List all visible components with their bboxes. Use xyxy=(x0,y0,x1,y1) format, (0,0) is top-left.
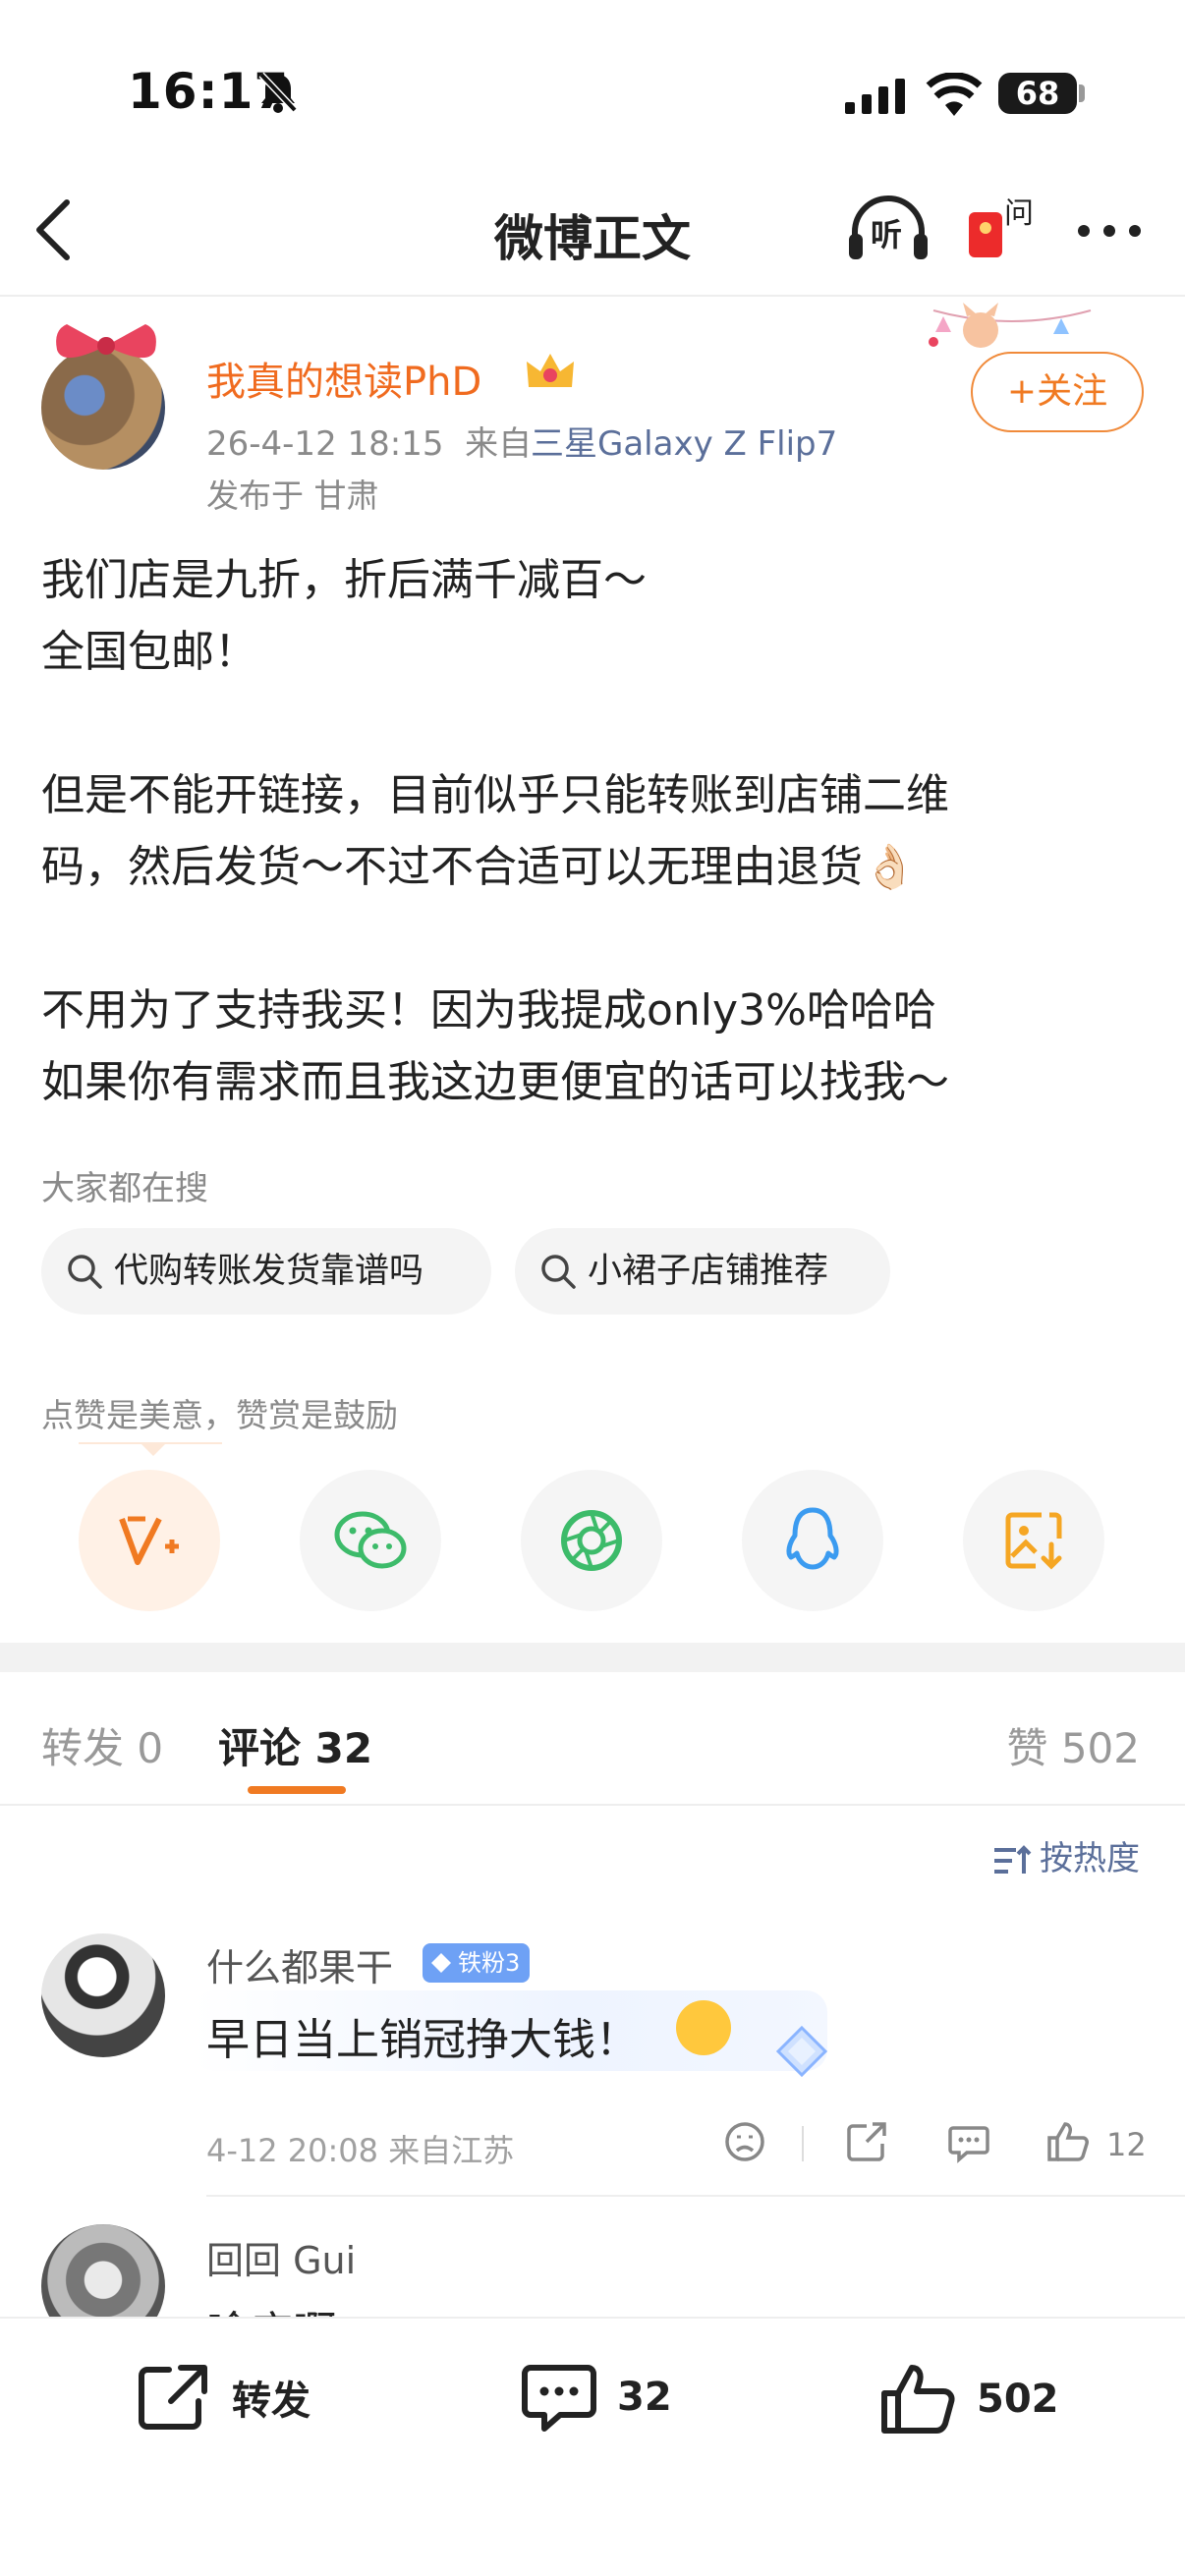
comment-bubble-icon xyxy=(522,2365,596,2432)
save-image-icon xyxy=(1005,1512,1062,1570)
comment-count: 32 xyxy=(617,2375,672,2420)
post-device[interactable]: 三星Galaxy Z Flip7 xyxy=(531,417,837,465)
comment-button[interactable]: 32 xyxy=(521,2362,672,2433)
search-chip[interactable]: 小裙子店铺推荐 xyxy=(515,1228,890,1315)
bell-muted-icon xyxy=(258,72,298,113)
like-button[interactable]: 502 xyxy=(880,2362,1059,2436)
post-location: 发布于 甘肃 xyxy=(206,476,379,515)
qq-penguin-icon xyxy=(786,1507,839,1570)
listen-label: 听 xyxy=(871,216,903,253)
tab-likes[interactable]: 赞 502 xyxy=(1006,1715,1140,1775)
cellular-signal-icon xyxy=(845,79,905,114)
wifi-icon xyxy=(926,73,983,116)
comment-text: 啥店啊 xyxy=(206,2297,336,2319)
comment-separator xyxy=(206,2195,1185,2197)
comment-reply-icon[interactable] xyxy=(947,2120,990,2163)
red-envelope-icon xyxy=(969,212,1002,257)
post-time: 26-4-12 18:15 来自 xyxy=(206,424,533,464)
commenter-avatar[interactable] xyxy=(41,1933,165,2057)
tab-comments[interactable]: 评论 32 xyxy=(218,1715,372,1775)
listen-button[interactable]: 听 xyxy=(847,195,930,267)
repost-icon xyxy=(139,2365,207,2430)
moments-aperture-icon xyxy=(561,1510,622,1571)
battery-tip xyxy=(1079,84,1085,102)
diamond-decoration-icon xyxy=(775,2025,828,2078)
commenter-name[interactable]: 什么都果干 xyxy=(206,1937,393,1991)
share-moments-button[interactable] xyxy=(521,1470,662,1611)
tab-repost[interactable]: 转发 0 xyxy=(41,1715,163,1775)
share-qq-button[interactable] xyxy=(742,1470,883,1611)
battery-indicator: 68 xyxy=(998,73,1077,114)
comment-share-icon[interactable] xyxy=(845,2120,888,2163)
active-tab-indicator xyxy=(248,1786,346,1794)
post-paragraph: 不用为了支持我买！因为我提成only3%哈哈哈 如果你有需求而且我这边更便宜的话… xyxy=(41,985,949,1107)
ask-label: 问 xyxy=(1004,196,1034,231)
post-body: 我们店是九折，折后满千减百～ 全国包邮！ 但是不能开链接，目前似乎只能转账到店铺… xyxy=(41,544,1152,1118)
sort-label: 按热度 xyxy=(1040,1839,1140,1878)
repost-button[interactable]: 转发 xyxy=(136,2362,310,2433)
ask-button[interactable]: 问 xyxy=(965,193,1034,265)
follow-button[interactable]: +关注 xyxy=(971,352,1144,432)
bow-decoration-icon xyxy=(56,324,156,359)
diamond-icon xyxy=(431,1953,451,1973)
comment-like-count: 12 xyxy=(1106,2126,1147,2163)
author-name[interactable]: 我真的想读PhD xyxy=(206,350,481,407)
reward-heading: 点赞是美意，赞赏是鼓励 xyxy=(41,1396,398,1434)
repost-label: 转发 xyxy=(232,2379,310,2424)
post-paragraph: 但是不能开链接，目前似乎只能转账到店铺二维 码，然后发货～不过不合适可以无理由退… xyxy=(41,770,949,892)
reward-v-icon xyxy=(119,1516,179,1565)
thumbs-up-icon xyxy=(881,2365,955,2434)
comment-like-icon[interactable] xyxy=(1045,2120,1091,2163)
reward-button[interactable] xyxy=(79,1470,220,1611)
like-count: 502 xyxy=(977,2377,1059,2422)
search-icon xyxy=(68,1255,102,1289)
search-chip-label: 代购转账发货靠谱吗 xyxy=(114,1252,424,1291)
comment-text: 早日当上销冠挣大钱！ xyxy=(206,2015,639,2065)
trending-search-heading: 大家都在搜 xyxy=(41,1169,208,1208)
fan-level-badge[interactable]: 铁粉3 xyxy=(423,1943,531,1983)
reward-pointer xyxy=(140,1442,167,1456)
tabs-divider xyxy=(0,1804,1185,1806)
save-image-button[interactable] xyxy=(963,1470,1104,1611)
post-paragraph: 我们店是九折，折后满千减百～ 全国包邮！ xyxy=(41,555,647,677)
action-divider xyxy=(802,2126,804,2161)
wechat-icon xyxy=(334,1511,407,1569)
more-options-icon[interactable] xyxy=(1077,224,1142,238)
laughing-emoji-icon xyxy=(676,2000,731,2055)
search-chip-label: 小裙子店铺推荐 xyxy=(588,1252,829,1291)
vip-crown-icon xyxy=(527,354,574,387)
bottom-action-bar xyxy=(0,2317,1185,2576)
search-chip[interactable]: 代购转账发货靠谱吗 xyxy=(41,1228,491,1315)
commenter-name[interactable]: 回回 Gui xyxy=(206,2230,356,2284)
sort-by-heat-button[interactable]: 按热度 xyxy=(992,1831,1140,1879)
sort-icon xyxy=(994,1844,1032,1874)
comment-meta: 4-12 20:08 来自江苏 xyxy=(206,2132,515,2169)
dislike-frown-icon[interactable] xyxy=(723,2120,766,2163)
section-separator xyxy=(0,1643,1185,1672)
search-icon xyxy=(541,1255,576,1289)
nav-divider xyxy=(0,295,1185,297)
share-wechat-button[interactable] xyxy=(300,1470,441,1611)
fan-badge-label: 铁粉3 xyxy=(458,1949,521,1977)
